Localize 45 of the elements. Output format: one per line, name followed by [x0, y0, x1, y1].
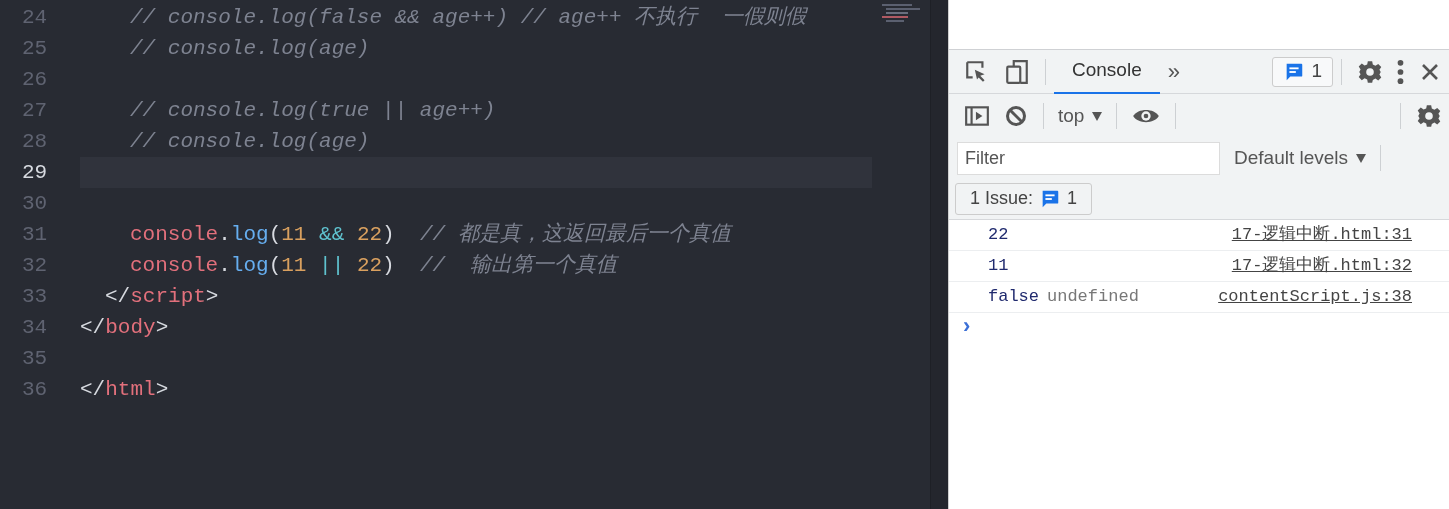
- kebab-icon: [1397, 59, 1404, 84]
- line-number: 29: [21, 159, 49, 186]
- more-tabs-button[interactable]: »: [1159, 55, 1188, 88]
- line-number: 24: [21, 4, 49, 31]
- log-value: false: [988, 286, 1039, 309]
- source-link[interactable]: 17-逻辑中断.html:31: [1231, 222, 1412, 248]
- line-number: 32: [21, 252, 49, 279]
- context-dropdown[interactable]: top: [1052, 101, 1109, 131]
- line-number: 26: [21, 66, 49, 93]
- sidebar-icon: [964, 103, 990, 129]
- caret-icon: [1092, 111, 1103, 121]
- code-line: // console.log(age): [129, 36, 371, 62]
- source-link[interactable]: contentScript.js:38: [1218, 284, 1412, 310]
- device-icon: [1004, 58, 1030, 85]
- line-number: 31: [21, 221, 49, 248]
- editor-scrollbar[interactable]: [930, 0, 948, 509]
- line-number: 34: [21, 314, 49, 341]
- line-number: 36: [21, 376, 49, 403]
- code-line: </script>: [104, 284, 220, 310]
- console-prompt[interactable]: ›: [949, 313, 1449, 339]
- line-number: 30: [21, 190, 49, 217]
- block-icon: [1004, 104, 1028, 128]
- settings-icon: [1357, 58, 1383, 85]
- issues-badge[interactable]: 1: [1272, 56, 1333, 87]
- issues-button[interactable]: 1 Issue: 1: [955, 182, 1093, 215]
- code-line: </body>: [80, 315, 170, 341]
- line-number: 35: [21, 345, 49, 372]
- settings-icon: [1416, 103, 1442, 129]
- code-line: console.log(11 && 22) // 都是真，这返回最后一个真值: [129, 221, 734, 248]
- code-line: // console.log(false && age++) // age++ 不执行 一假则假: [129, 4, 809, 31]
- code-line: </html>: [80, 377, 170, 403]
- levels-dropdown[interactable]: Default levels: [1228, 143, 1373, 173]
- line-number: 28: [21, 128, 49, 155]
- code-line: console.log(11 || 22) // 输出第一个真值: [129, 252, 620, 279]
- log-value: 11: [988, 255, 1009, 278]
- line-number: 25: [21, 35, 49, 62]
- code-line: // console.log(age): [129, 129, 371, 155]
- line-number: 27: [21, 97, 49, 124]
- caret-icon: [1356, 153, 1367, 163]
- source-link[interactable]: 17-逻辑中断.html:32: [1231, 253, 1412, 279]
- log-value: 22: [988, 224, 1009, 247]
- filter-field[interactable]: Filter: [957, 141, 1220, 175]
- line-number: 33: [21, 283, 49, 310]
- log-value: undefined: [1047, 286, 1139, 309]
- code-line: // console.log(true || age++): [129, 98, 497, 124]
